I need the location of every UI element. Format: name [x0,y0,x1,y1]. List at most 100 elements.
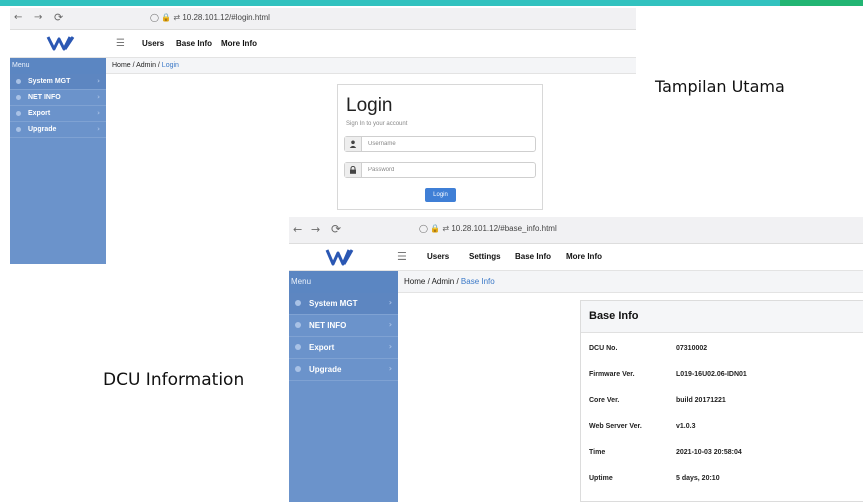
info-label: Core Ver. [589,397,620,404]
info-row-web-server: Web Server Ver. v1.0.3 [581,415,863,441]
password-field[interactable] [344,162,536,178]
back-icon[interactable]: ← [14,13,22,23]
reload-icon[interactable]: ⟳ [54,12,63,23]
sidebar-item-label: System MGT [28,78,71,85]
login-card: Login Sign In to your account Login [337,84,543,210]
base-info-screenshot: ← → ⟳ ◯ 🔒 ⇄ 10.28.101.12/#base_info.html… [289,217,863,502]
chevron-icon: › [97,109,100,117]
connection-icon: ⇄ [442,224,450,233]
sidebar-item-label: Export [28,110,51,117]
info-value: L019-16U02.06-IDN01 [676,371,747,378]
sidebar-item-net-info[interactable]: NET INFO › [289,315,398,337]
info-row-uptime: Uptime 5 days, 20:10 [581,467,863,493]
caption-dcu-information: DCU Information [103,370,245,390]
info-row-firmware: Firmware Ver. L019-16U02.06-IDN01 [581,363,863,389]
info-value: 2021-10-03 20:58:04 [676,449,742,456]
sidebar-item-label: Upgrade [309,365,342,374]
sidebar-menu-header: Menu [10,58,106,74]
back-icon[interactable]: ← [293,224,302,235]
login-browser-bar: ← → ⟳ ◯ 🔒 ⇄ 10.28.101.12/#login.html [10,8,636,30]
nav-link-users[interactable]: Users [427,252,449,261]
info-address-bar[interactable]: ◯ 🔒 ⇄ 10.28.101.12/#base_info.html [419,224,557,233]
username-field[interactable] [344,136,536,152]
chevron-icon: › [388,364,392,373]
info-value: 07310002 [676,345,708,352]
hamburger-menu-icon[interactable]: ☰ [397,250,407,263]
base-info-card: Base Info DCU No. 07310002 Firmware Ver.… [580,300,863,502]
sidebar-item-export[interactable]: Export › [289,337,398,359]
chevron-icon: › [97,77,100,85]
hamburger-menu-icon[interactable]: ☰ [116,38,125,49]
menu-dot-icon [295,366,301,372]
sidebar-item-export[interactable]: Export › [10,106,106,122]
login-button[interactable]: Login [425,188,456,202]
menu-dot-icon [16,111,21,116]
sidebar-item-label: Upgrade [28,126,57,133]
sidebar-item-label: Export [309,343,335,352]
chevron-icon: › [97,125,100,133]
info-label: Time [589,449,606,456]
brand-logo[interactable] [325,247,355,267]
accent-band-teal [0,0,780,6]
login-subtitle: Sign In to your account [346,121,408,127]
info-browser-bar: ← → ⟳ ◯ 🔒 ⇄ 10.28.101.12/#base_info.html [289,217,863,244]
breadcrumb-current: Login [161,62,179,69]
info-app-navbar: ☰ Users Settings Base Info More Info [289,244,863,271]
info-label: Uptime [589,475,613,482]
login-address-bar[interactable]: ◯ 🔒 ⇄ 10.28.101.12/#login.html [150,13,270,22]
nav-link-settings[interactable]: Settings [469,252,501,261]
breadcrumb: Home / Admin / Login [106,58,636,74]
info-row-core-ver: Core Ver. build 20171221 [581,389,863,415]
username-input[interactable] [363,137,533,151]
login-sidebar: Menu System MGT › NET INFO › Export › Up… [10,58,106,264]
password-input[interactable] [363,163,533,177]
chevron-icon: › [97,93,100,101]
chevron-icon: › [388,342,392,351]
breadcrumb-path[interactable]: Home / Admin / [404,277,461,286]
forward-icon[interactable]: → [34,13,42,23]
sidebar-item-net-info[interactable]: NET INFO › [10,90,106,106]
forward-icon[interactable]: → [311,224,320,235]
sidebar-item-label: NET INFO [28,94,61,101]
base-info-header: Base Info [581,301,863,333]
lock-icon: 🔒 [161,13,172,22]
nav-link-base-info[interactable]: Base Info [176,39,212,48]
breadcrumb-path[interactable]: Home / Admin / [112,62,162,69]
sidebar-item-upgrade[interactable]: Upgrade › [10,122,106,138]
info-value: build 20171221 [676,397,726,404]
lock-icon [345,163,362,177]
menu-dot-icon [295,300,301,306]
info-label: DCU No. [589,345,618,352]
top-accent-band [0,0,863,6]
nav-link-base-info[interactable]: Base Info [515,252,551,261]
breadcrumb-current: Base Info [460,277,495,286]
info-label: Firmware Ver. [589,371,635,378]
breadcrumb: Home / Admin / Base Info [398,271,863,293]
nav-link-users[interactable]: Users [142,39,164,48]
sidebar-item-label: NET INFO [309,321,347,330]
info-sidebar: Menu System MGT › NET INFO › Export › Up… [289,271,398,502]
sidebar-item-label: System MGT [309,299,358,308]
connection-icon: ⇄ [173,13,181,22]
login-title: Login [346,95,393,116]
info-row-dcu-no: DCU No. 07310002 [581,337,863,363]
lock-icon: 🔒 [430,224,441,233]
chevron-icon: › [388,320,392,329]
nav-link-more-info[interactable]: More Info [566,252,602,261]
login-app-navbar: ☰ Users Base Info More Info [10,30,636,58]
menu-dot-icon [16,95,21,100]
reload-icon[interactable]: ⟳ [331,223,341,235]
sidebar-item-upgrade[interactable]: Upgrade › [289,359,398,381]
chevron-icon: › [388,298,392,307]
info-row-time: Time 2021-10-03 20:58:04 [581,441,863,467]
info-url: 10.28.101.12/#base_info.html [451,224,557,233]
sidebar-item-system-mgt[interactable]: System MGT › [10,74,106,90]
brand-logo[interactable] [46,34,76,52]
info-value: 5 days, 20:10 [676,475,720,482]
info-label: Web Server Ver. [589,423,642,430]
shield-icon: ◯ [150,13,159,22]
info-value: v1.0.3 [676,423,696,430]
nav-link-more-info[interactable]: More Info [221,39,257,48]
base-info-title: Base Info [589,310,639,322]
sidebar-item-system-mgt[interactable]: System MGT › [289,293,398,315]
